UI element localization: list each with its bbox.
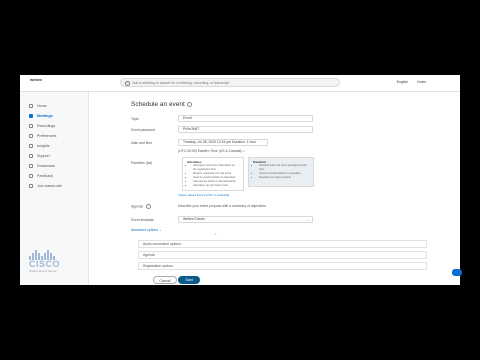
topic-input[interactable]: Event — [178, 115, 313, 122]
feedback-icon — [29, 173, 33, 178]
recording-icon — [29, 123, 33, 128]
timezone-select[interactable]: (UTC-05:00) Eastern Time (US & Canada) ⌄ — [178, 149, 246, 153]
sidebar-item-label: Downloads — [37, 163, 55, 168]
cisco-wordmark: CISCO — [29, 259, 61, 269]
attendee-option[interactable]: Attendees must enter information on the … — [193, 164, 239, 172]
sidebar-item-feedback[interactable]: Feedback — [29, 172, 53, 179]
search-icon — [125, 81, 130, 86]
brand-logo: webex — [30, 77, 43, 82]
attendee-option[interactable]: Attendees can join before host — [193, 184, 239, 188]
sidebar-item-label: Feedback — [37, 173, 53, 178]
password-label: Event password — [131, 128, 156, 132]
search-placeholder: Join a meeting or search for a meeting, … — [132, 81, 229, 85]
password-input[interactable]: Pr0m3H67 — [178, 126, 313, 133]
page-title: Schedule an event — [131, 101, 192, 108]
sidebar-item-label: Insights — [37, 143, 50, 148]
search-input[interactable]: Join a meeting or search for a meeting, … — [120, 78, 340, 87]
datetime-label: Date and time — [131, 141, 153, 145]
agenda-row[interactable]: Agenda — [138, 251, 427, 259]
sidebar-item-downloads[interactable]: Downloads — [29, 162, 55, 169]
chevron-down-icon: ⌄ — [242, 149, 246, 153]
sidebar-item-support[interactable]: Support — [29, 152, 50, 159]
registration-row[interactable]: Registration options — [138, 262, 427, 270]
cisco-logo: CISCO Webex Event Center — [29, 250, 69, 273]
sidebar-item-classic[interactable]: Join classic site — [29, 182, 62, 189]
help-chat-icon[interactable] — [452, 269, 462, 276]
sidebar: Home Meetings Recordings Preferences Ins… — [20, 92, 89, 285]
attendees-label: Panelists (list) — [131, 161, 153, 165]
info-icon — [186, 101, 192, 107]
chevron-down-icon: ⌄ — [306, 218, 309, 222]
schedule-form: Schedule an event Topic Event Event pass… — [128, 97, 428, 285]
sidebar-item-home[interactable]: Home — [29, 102, 47, 109]
chart-icon — [29, 143, 33, 148]
sidebar-item-label: Home — [37, 103, 47, 108]
event-template-label: Event template — [131, 218, 154, 222]
sidebar-item-label: Join classic site — [37, 183, 62, 188]
sidebar-item-insights[interactable]: Insights — [29, 142, 49, 149]
expand-icon[interactable]: ⌃ — [214, 233, 217, 237]
home-icon — [29, 103, 33, 108]
cancel-button[interactable]: Cancel — [153, 276, 177, 284]
gear-icon — [29, 133, 33, 138]
link-icon — [29, 183, 33, 188]
language-menu[interactable]: English — [397, 80, 408, 84]
sidebar-item-meetings[interactable]: Meetings — [29, 112, 53, 119]
user-menu[interactable]: Hosts — [417, 80, 426, 84]
import-link[interactable]: Import values from a CSV or vCard file — [178, 193, 229, 197]
panelist-options-box: Panelists Panelists have the same privil… — [248, 157, 314, 187]
event-template-select[interactable]: Webex Events ⌄ — [178, 216, 313, 223]
chevron-down-icon: ⌄ — [158, 228, 162, 232]
download-icon — [29, 163, 33, 168]
top-right-menu: English Hosts — [389, 80, 426, 84]
sidebar-item-recordings[interactable]: Recordings — [29, 122, 55, 129]
agenda-label: Agenda — [131, 204, 151, 209]
advanced-options-link[interactable]: Advanced options ⌄ — [131, 228, 162, 232]
start-button[interactable]: Start — [178, 276, 200, 284]
topic-label: Topic — [131, 117, 139, 121]
sidebar-item-label: Meetings — [37, 113, 53, 118]
sidebar-item-preferences[interactable]: Preferences — [29, 132, 56, 139]
calendar-icon — [29, 113, 33, 118]
sidebar-item-label: Preferences — [37, 133, 57, 138]
sidebar-item-label: Recordings — [37, 123, 56, 128]
app-window: webex Join a meeting or search for a mee… — [20, 75, 460, 285]
panelist-option[interactable]: Panelists can share content — [259, 176, 309, 180]
sidebar-item-label: Support — [37, 153, 50, 158]
top-bar: webex Join a meeting or search for a mee… — [20, 75, 460, 92]
attendee-options-box: Attendees Attendees must enter informati… — [182, 157, 244, 191]
info-icon — [145, 204, 151, 209]
datetime-picker[interactable]: Tuesday, Jul 28, 2020 10:15 pm Duration:… — [178, 139, 268, 146]
audio-options-row[interactable]: Audio connection options — [138, 240, 427, 248]
help-icon — [29, 153, 33, 158]
cisco-tagline: Webex Event Center — [29, 269, 57, 273]
panelist-option[interactable]: Panelists have the same privileges as th… — [259, 164, 309, 172]
agenda-input[interactable]: Describe your event purpose with a summa… — [178, 204, 266, 208]
